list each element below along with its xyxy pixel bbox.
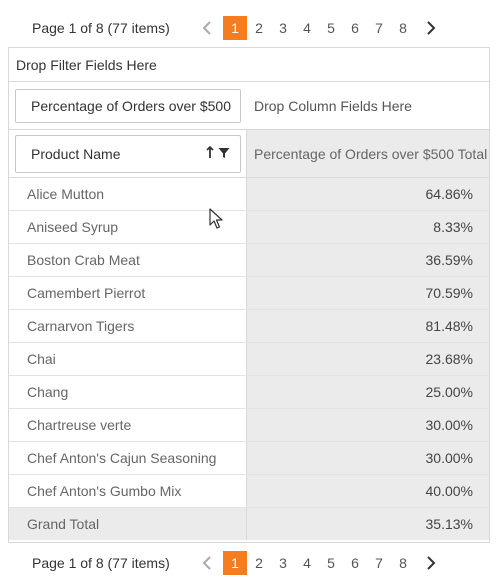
page-6-button[interactable]: 6 bbox=[343, 551, 367, 575]
column-drop-area[interactable]: Percentage of Orders over $500 Drop Colu… bbox=[9, 82, 489, 130]
data-field-label: Percentage of Orders over $500 bbox=[31, 97, 232, 114]
page-6-button[interactable]: 6 bbox=[343, 16, 367, 40]
prev-page-icon[interactable] bbox=[195, 551, 219, 575]
data-field-chip[interactable]: Percentage of Orders over $500 bbox=[15, 88, 241, 123]
page-2-button[interactable]: 2 bbox=[247, 551, 271, 575]
page-5-button[interactable]: 5 bbox=[319, 16, 343, 40]
column-drop-label: Drop Column Fields Here bbox=[254, 97, 412, 114]
pager-info: Page 1 of 8 (77 items) bbox=[32, 20, 170, 36]
grand-total-value: 35.13% bbox=[425, 516, 473, 532]
value-column-header: Percentage of Orders over $500 Total bbox=[247, 130, 489, 177]
page-3-button[interactable]: 3 bbox=[271, 551, 295, 575]
sort-ascending-icon[interactable] bbox=[206, 145, 214, 162]
page-4-button[interactable]: 4 bbox=[295, 16, 319, 40]
page-7-button[interactable]: 7 bbox=[367, 551, 391, 575]
pager-bottom: Page 1 of 8 (77 items) 1 2 3 4 5 6 7 8 bbox=[8, 542, 490, 582]
row-value: 8.33% bbox=[247, 211, 489, 243]
table-row: Carnarvon Tigers 81.48% bbox=[9, 310, 489, 343]
row-product-name: Chef Anton's Gumbo Mix bbox=[9, 475, 247, 507]
row-value: 36.59% bbox=[247, 244, 489, 276]
grand-total-label: Grand Total bbox=[9, 508, 247, 540]
table-row: Chartreuse verte 30.00% bbox=[9, 409, 489, 442]
table-row: Aniseed Syrup 8.33% bbox=[9, 211, 489, 244]
value-column-header-label: Percentage of Orders over $500 Total bbox=[254, 145, 488, 162]
row-value: 64.86% bbox=[247, 178, 489, 210]
pager-info: Page 1 of 8 (77 items) bbox=[32, 554, 170, 571]
table-row: Chai 23.68% bbox=[9, 343, 489, 376]
row-product-name: Chef Anton's Cajun Seasoning bbox=[9, 442, 247, 474]
row-value: 23.68% bbox=[247, 343, 489, 375]
row-field-chip[interactable]: Product Name bbox=[15, 134, 241, 173]
header-row: Product Name Percentage of Orders over $… bbox=[9, 130, 489, 178]
table-row: Chef Anton's Cajun Seasoning 30.00% bbox=[9, 442, 489, 475]
row-product-name: Carnarvon Tigers bbox=[9, 310, 247, 342]
row-product-name: Chartreuse verte bbox=[9, 409, 247, 441]
row-product-name: Chai bbox=[9, 343, 247, 375]
row-product-name: Chang bbox=[9, 376, 247, 408]
filter-icon[interactable] bbox=[218, 146, 230, 162]
page-3-button[interactable]: 3 bbox=[271, 16, 295, 40]
mouse-cursor-icon bbox=[209, 208, 223, 233]
page-5-button[interactable]: 5 bbox=[319, 551, 343, 575]
pivot-grid: Drop Filter Fields Here Percentage of Or… bbox=[8, 47, 490, 543]
filter-drop-label: Drop Filter Fields Here bbox=[16, 56, 157, 73]
row-product-name: Boston Crab Meat bbox=[9, 244, 247, 276]
page-8-button[interactable]: 8 bbox=[391, 551, 415, 575]
page-2-button[interactable]: 2 bbox=[247, 16, 271, 40]
row-field-label: Product Name bbox=[31, 145, 121, 162]
page-4-button[interactable]: 4 bbox=[295, 551, 319, 575]
row-value: 30.00% bbox=[247, 442, 489, 474]
pager-top: Page 1 of 8 (77 items) 1 2 3 4 5 6 7 8 bbox=[8, 8, 490, 48]
row-product-name: Camembert Pierrot bbox=[9, 277, 247, 309]
grand-total-row: Grand Total 35.13% bbox=[9, 508, 489, 540]
page-7-button[interactable]: 7 bbox=[367, 16, 391, 40]
table-row: Chang 25.00% bbox=[9, 376, 489, 409]
row-value: 81.48% bbox=[247, 310, 489, 342]
row-value: 25.00% bbox=[247, 376, 489, 408]
next-page-icon[interactable] bbox=[419, 16, 443, 40]
table-row: Camembert Pierrot 70.59% bbox=[9, 277, 489, 310]
table-row: Boston Crab Meat 36.59% bbox=[9, 244, 489, 277]
next-page-icon[interactable] bbox=[419, 551, 443, 575]
row-value: 40.00% bbox=[247, 475, 489, 507]
row-value: 70.59% bbox=[247, 277, 489, 309]
page-1-button[interactable]: 1 bbox=[223, 16, 247, 40]
table-row: Chef Anton's Gumbo Mix 40.00% bbox=[9, 475, 489, 508]
page-1-button[interactable]: 1 bbox=[223, 550, 247, 575]
table-row: Alice Mutton 64.86% bbox=[9, 178, 489, 211]
row-product-name: Alice Mutton bbox=[9, 178, 247, 210]
row-value: 30.00% bbox=[247, 409, 489, 441]
page-8-button[interactable]: 8 bbox=[391, 16, 415, 40]
prev-page-icon[interactable] bbox=[195, 16, 219, 40]
filter-drop-area[interactable]: Drop Filter Fields Here bbox=[9, 48, 489, 82]
row-field-area: Product Name bbox=[9, 130, 247, 177]
